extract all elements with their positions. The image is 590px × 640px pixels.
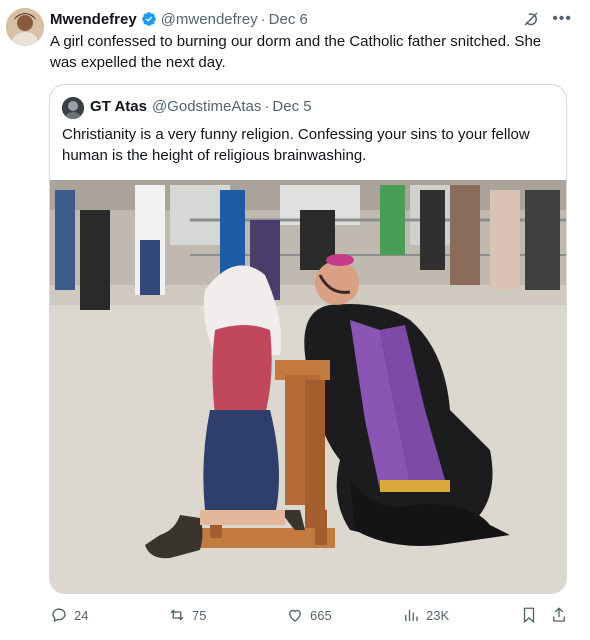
- grok-icon[interactable]: [522, 10, 540, 28]
- tweet-text: A girl confessed to burning our dorm and…: [50, 33, 542, 71]
- reply-count: 24: [74, 607, 89, 623]
- action-bar: 24 75 665 23K: [50, 606, 570, 630]
- quoted-avatar[interactable]: [62, 97, 84, 119]
- tweet-date[interactable]: Dec 6: [269, 11, 308, 28]
- repost-icon: [170, 609, 184, 621]
- reply-icon: [52, 608, 66, 623]
- avatar-image: [6, 8, 44, 46]
- views-button[interactable]: 23K: [402, 606, 449, 624]
- header-separator: ·: [260, 10, 266, 28]
- more-icon[interactable]: •••: [552, 11, 572, 27]
- repost-count: 75: [192, 607, 207, 623]
- quoted-author-handle: @GodstimeAtas: [151, 98, 262, 115]
- quoted-tweet[interactable]: GT Atas @GodstimeAtas · Dec 5 Christiani…: [49, 84, 567, 594]
- like-count: 665: [310, 607, 332, 623]
- verified-badge-icon: [141, 11, 157, 27]
- author-name[interactable]: Mwendefrey: [50, 11, 137, 28]
- bookmark-icon: [523, 607, 535, 624]
- quoted-author-name: GT Atas: [90, 98, 147, 115]
- tweet: Mwendefrey @mwendefrey · Dec 6 ••• A gir…: [0, 0, 590, 640]
- confession-photo[interactable]: [50, 180, 566, 594]
- heart-icon: [289, 609, 301, 622]
- quoted-date: Dec 5: [272, 98, 312, 115]
- top-actions: •••: [522, 10, 572, 28]
- quoted-header: GT Atas @GodstimeAtas · Dec 5: [90, 98, 312, 115]
- share-icon: [553, 607, 565, 622]
- quoted-avatar-image: [62, 97, 84, 119]
- like-button[interactable]: 665: [286, 606, 332, 624]
- views-icon: [405, 609, 418, 621]
- author-handle[interactable]: @mwendefrey: [161, 11, 258, 28]
- views-count: 23K: [426, 607, 450, 623]
- avatar[interactable]: [6, 8, 44, 46]
- quoted-separator: ·: [264, 98, 270, 115]
- reply-button[interactable]: 24: [50, 606, 88, 624]
- quoted-text: Christianity is a very funny religion. C…: [62, 126, 530, 164]
- tweet-header: Mwendefrey @mwendefrey · Dec 6: [50, 9, 308, 29]
- bookmark-button[interactable]: [520, 606, 538, 624]
- repost-button[interactable]: 75: [168, 606, 206, 624]
- share-button[interactable]: [550, 606, 568, 624]
